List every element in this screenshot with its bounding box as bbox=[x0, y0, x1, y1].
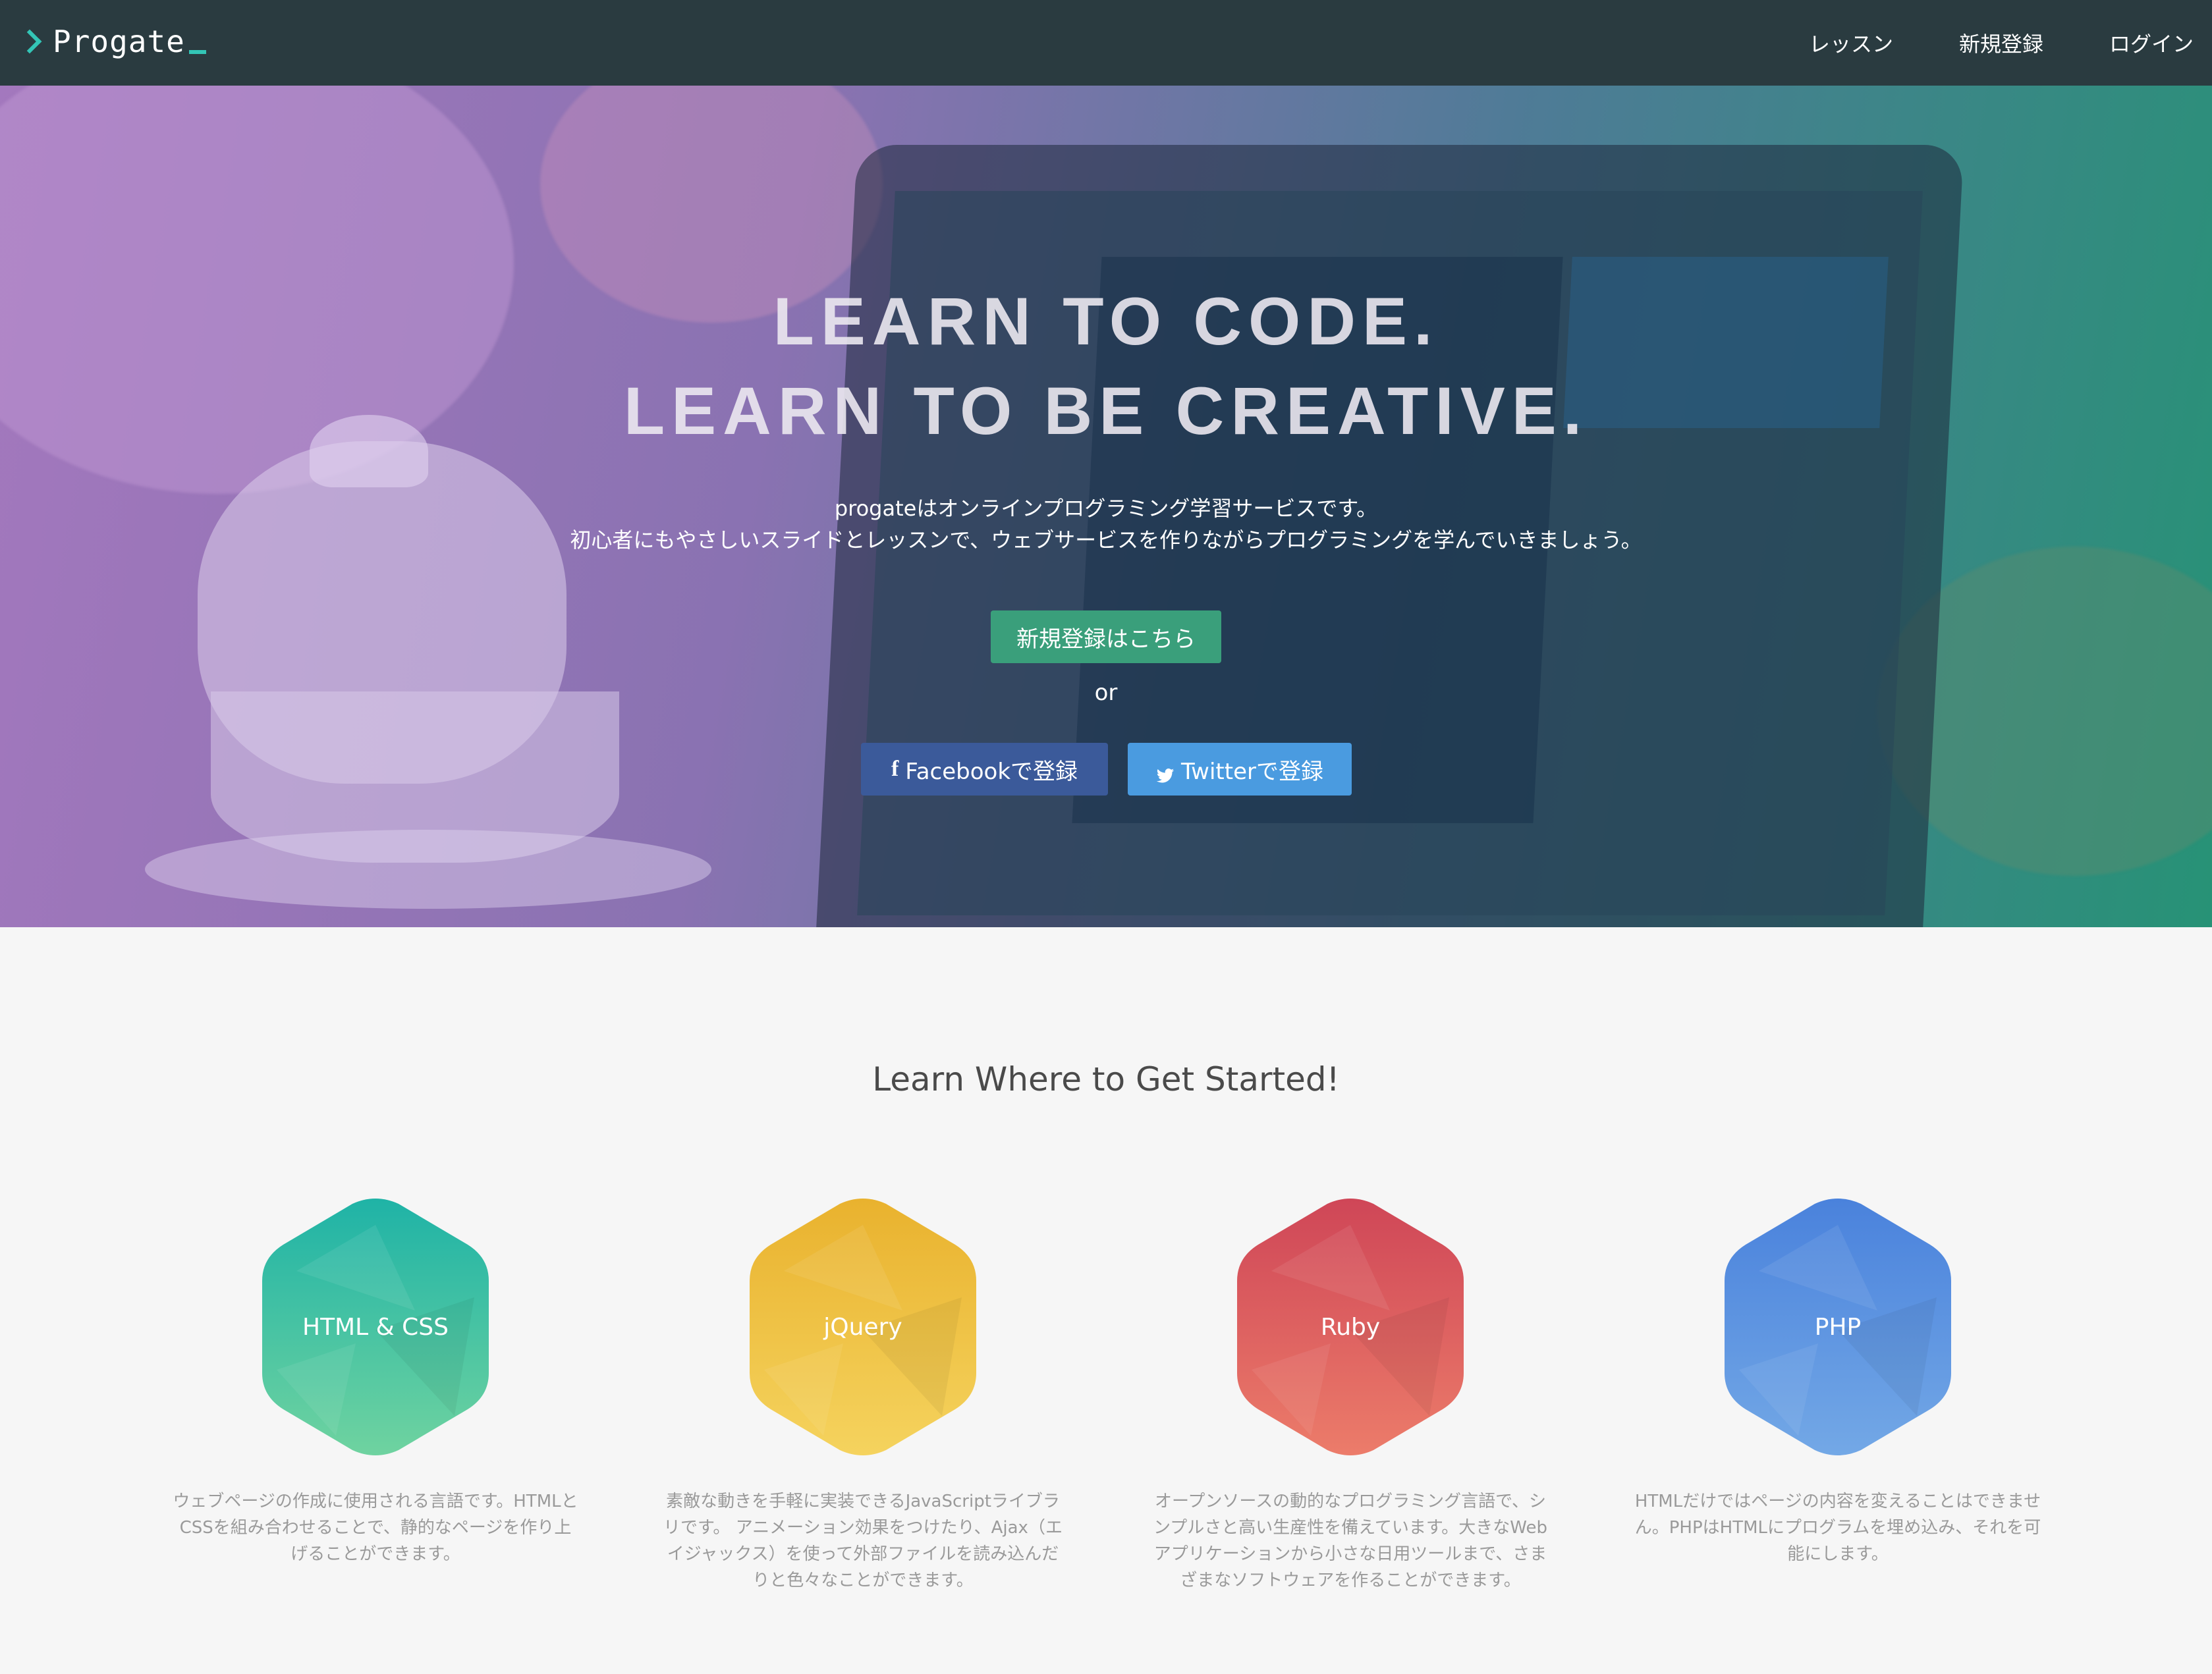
hero-subtitle-line-2: 初心者にもやさしいスライドとレッスンで、ウェブサービスを作りながらプログラミング… bbox=[570, 527, 1642, 553]
twitter-signup-button[interactable]: Twitterで登録 bbox=[1128, 743, 1352, 796]
course-description-html-css: ウェブページの作成に使用される言語です。HTMLとCSSを組み合わせることで、静… bbox=[173, 1492, 578, 1564]
twitter-icon bbox=[1156, 763, 1175, 783]
hero-title-line-1: LEARN TO CODE. bbox=[773, 284, 1439, 359]
course-name-php: PHP bbox=[1814, 1313, 1862, 1341]
facebook-icon: f bbox=[891, 757, 899, 781]
facebook-signup-button[interactable]: f Facebookで登録 bbox=[861, 743, 1108, 796]
course-name-ruby: Ruby bbox=[1320, 1313, 1381, 1341]
course-name-html-css: HTML & CSS bbox=[302, 1313, 449, 1341]
top-navbar: Progate レッスン 新規登録 ログイン bbox=[0, 0, 2212, 86]
progate-logo[interactable]: Progate bbox=[17, 18, 206, 65]
or-separator: or bbox=[1094, 680, 1118, 706]
nav-link-lessons[interactable]: レッスン bbox=[1809, 28, 1893, 58]
hero-section: LEARN TO CODE. LEARN TO BE CREATIVE. pro… bbox=[0, 86, 2212, 927]
saucer-image bbox=[145, 830, 711, 909]
twitter-signup-label: Twitterで登録 bbox=[1181, 758, 1323, 785]
course-description-jquery: 素敵な動きを手軽に実装できるJavaScriptライブラリです。 アニメーション… bbox=[663, 1492, 1063, 1590]
course-hexagon-ruby[interactable]: Ruby bbox=[1232, 1199, 1469, 1455]
course-description-php: HTMLだけではページの内容を変えることはできません。PHPはHTMLにプログラ… bbox=[1634, 1492, 2041, 1564]
course-hexagon-html-css[interactable]: HTML & CSS bbox=[257, 1199, 494, 1455]
signup-button[interactable]: 新規登録はこちら bbox=[991, 610, 1221, 663]
chevron-right-icon bbox=[17, 29, 42, 54]
cursor-underscore-icon bbox=[188, 50, 206, 54]
section-title: Learn Where to Get Started! bbox=[872, 1060, 1340, 1098]
nav-link-login[interactable]: ログイン bbox=[2109, 28, 2194, 58]
nav-link-signup[interactable]: 新規登録 bbox=[1959, 28, 2043, 58]
course-hexagon-php[interactable]: PHP bbox=[1719, 1199, 1956, 1455]
facebook-signup-label: Facebookで登録 bbox=[905, 758, 1078, 785]
course-name-jquery: jQuery bbox=[823, 1313, 902, 1341]
nav-links: レッスン 新規登録 ログイン bbox=[1743, 0, 2194, 86]
hero-subtitle-line-1: progateはオンラインプログラミング学習サービスです。 bbox=[834, 496, 1378, 521]
course-hexagon-jquery[interactable]: jQuery bbox=[744, 1199, 982, 1455]
logo-text: Progate bbox=[53, 24, 185, 59]
course-description-ruby: オープンソースの動的なプログラミング言語で、シンプルさと高い生産性を備えています… bbox=[1153, 1492, 1547, 1590]
hero-title-line-2: LEARN TO BE CREATIVE. bbox=[623, 373, 1589, 448]
